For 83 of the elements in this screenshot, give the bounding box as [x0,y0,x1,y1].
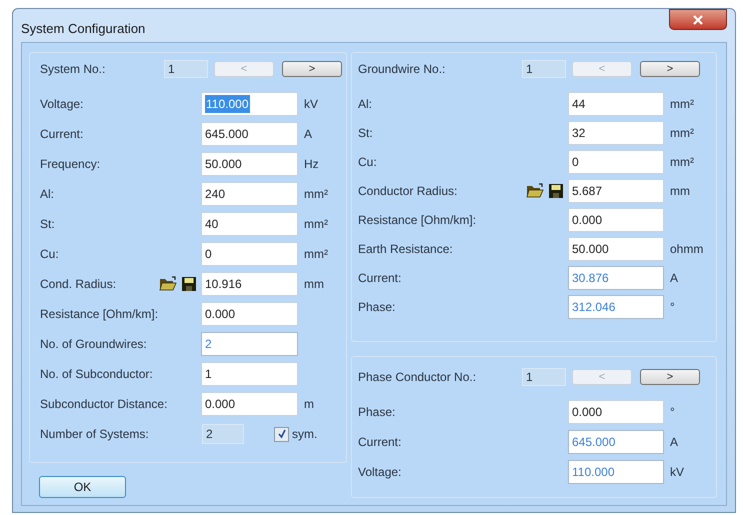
save-icon[interactable] [181,276,197,292]
input-field[interactable]: 10.916 [201,272,298,296]
input-field[interactable]: 0 [568,150,664,174]
unit-label: ° [670,404,675,421]
unit-label: mm² [304,216,328,233]
field-label: Al: [358,96,374,113]
field-label: Current: [358,270,402,287]
field-label: Frequency: [40,156,102,173]
unit-label: kV [304,96,318,113]
field-label: Resistance [Ohm/km]: [358,212,478,229]
close-icon [693,14,703,24]
unit-label: ohmm [670,241,704,258]
section-label: System No.: [40,61,106,78]
field-label: St: [40,216,56,233]
field-label: Number of Systems: [40,426,150,443]
next-button[interactable]: > [640,369,700,385]
field-label: Current: [358,434,402,451]
field-label: Current: [40,126,84,143]
folder-icon[interactable] [526,183,544,199]
field-label: St: [358,125,374,142]
unit-label: mm² [670,125,694,142]
number-field: 1 [522,60,566,78]
unit-label: kV [670,464,684,481]
checkbox-label: sym. [292,426,318,443]
input-field[interactable]: 312.046 [568,295,664,319]
input-field[interactable]: 0.000 [568,208,664,232]
field-label: Cond. Radius: [40,276,118,293]
unit-label: mm² [304,246,328,263]
section-label: Phase Conductor No.: [358,369,478,386]
folder-icon[interactable] [159,276,177,292]
unit-label: m [304,396,314,413]
number-field: 1 [164,60,208,78]
number-field: 2 [202,424,244,444]
unit-label: A [304,126,312,143]
input-field[interactable]: 0 [201,242,298,266]
field-label: Voltage: [358,464,402,481]
field-label: No. of Subconductor: [40,366,154,383]
field-label: Phase: [358,299,396,316]
field-label: Al: [40,186,56,203]
input-field[interactable]: 0.000 [201,392,298,416]
input-field[interactable]: 40 [201,212,298,236]
field-label: Resistance [Ohm/km]: [40,306,160,323]
input-field[interactable]: 2 [201,332,298,356]
input-field[interactable]: 240 [201,182,298,206]
unit-label: mm² [670,96,694,113]
field-label: Earth Resistance: [358,241,454,258]
close-button[interactable] [669,9,727,30]
save-icon[interactable] [548,183,564,199]
input-field[interactable]: 32 [568,121,664,145]
field-label: Subconductor Distance: [40,396,168,413]
number-field: 1 [522,368,566,386]
next-button[interactable]: > [282,61,342,77]
unit-label: mm² [304,186,328,203]
field-label: No. of Groundwires: [40,336,148,353]
ok-button[interactable]: OK [39,476,126,498]
checkmark-icon [276,429,286,439]
input-field[interactable]: 0.000 [201,302,298,326]
unit-label: mm² [670,154,694,171]
field-label: Cu: [40,246,60,263]
input-field[interactable]: 50.000 [568,237,664,261]
unit-label: A [670,434,678,451]
section-label: Groundwire No.: [358,61,446,78]
input-field[interactable]: 1 [201,362,298,386]
field-label: Phase: [358,404,396,421]
input-field[interactable]: 44 [568,92,664,116]
input-field[interactable]: 30.876 [568,266,664,290]
next-button[interactable]: > [640,61,700,77]
input-field[interactable]: 50.000 [201,152,298,176]
field-label: Conductor Radius: [358,183,458,200]
unit-label: ° [670,299,675,316]
input-field[interactable]: 645.000 [201,122,298,146]
sym-checkbox[interactable] [274,426,289,442]
input-field[interactable]: 110.000 [568,460,664,484]
input-field[interactable]: 0.000 [568,400,664,424]
unit-label: mm [670,183,690,200]
input-field[interactable]: 5.687 [568,179,664,203]
field-label: Voltage: [40,96,84,113]
input-field[interactable]: 645.000 [568,430,664,454]
unit-label: mm [304,276,324,293]
unit-label: Hz [304,156,319,173]
unit-label: A [670,270,678,287]
window-title: System Configuration [21,20,146,38]
field-label: Cu: [358,154,378,171]
